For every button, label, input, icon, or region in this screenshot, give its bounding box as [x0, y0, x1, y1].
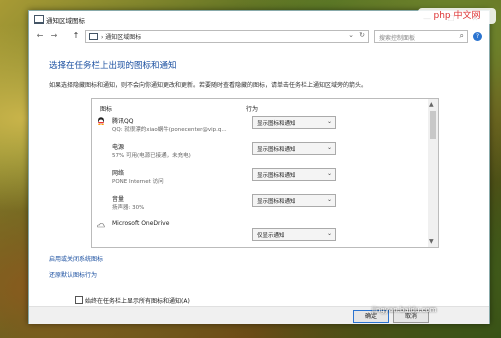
list-scrollbar[interactable]: ▲ ▼ — [428, 99, 438, 247]
item-name: 音量 — [112, 196, 125, 203]
list-item: 电源 57% 可用(电源已接通，未充电) 显示图标和通知 ⌄ — [92, 140, 426, 166]
behavior-select[interactable]: 仅显示通知 ⌄ — [252, 228, 336, 241]
item-subtitle: 扬声器: 30% — [112, 205, 145, 211]
behavior-select[interactable]: 显示图标和通知 ⌄ — [252, 168, 336, 181]
icon-behavior-list: 图标 行为 腾讯QQ QQ: 就很漂的xiao蜗牛(ponecenter@vip… — [91, 98, 439, 248]
forward-button[interactable]: → — [49, 31, 59, 41]
scroll-thumb[interactable] — [430, 111, 436, 139]
back-button[interactable]: ← — [35, 31, 45, 41]
list-item: 音量 扬声器: 30% 显示图标和通知 ⌄ — [92, 192, 426, 218]
list-item: 网络 PONE Internet 访问 显示图标和通知 ⌄ — [92, 166, 426, 192]
item-name: 网络 — [112, 170, 125, 177]
computer-icon — [89, 33, 98, 40]
item-subtitle: PONE Internet 访问 — [112, 179, 164, 185]
item-subtitle: 57% 可用(电源已接通，未充电) — [112, 153, 191, 159]
qq-icon — [98, 117, 104, 125]
list-item: 腾讯QQ QQ: 就很漂的xiao蜗牛(ponecenter@vip.q... … — [92, 114, 426, 140]
address-toolbar: ← → ↑ › 通知区域图标 ⌄ ↻ 搜索控制面板 ⌕ ? — [29, 29, 489, 43]
restore-defaults-link[interactable]: 还原默认图标行为 — [49, 270, 97, 279]
refresh-icon[interactable]: ↻ — [359, 31, 365, 39]
item-name: 腾讯QQ — [112, 118, 134, 125]
chevron-down-icon: ⌄ — [326, 230, 332, 237]
item-name: 电源 — [112, 144, 125, 151]
list-item: Microsoft OneDrive 仅显示通知 ⌄ — [92, 218, 426, 244]
behavior-select[interactable]: 显示图标和通知 ⌄ — [252, 194, 336, 207]
onedrive-icon — [97, 223, 105, 228]
show-all-icons-checkbox[interactable] — [75, 296, 83, 304]
up-button[interactable]: ↑ — [71, 31, 81, 41]
item-name: Microsoft OneDrive — [112, 220, 170, 227]
column-header-icon: 图标 — [100, 106, 113, 113]
show-all-icons-label[interactable]: 始终在任务栏上显示所有图标和通知(A) — [85, 296, 190, 305]
chevron-down-icon[interactable]: ⌄ — [348, 31, 354, 39]
chevron-down-icon: ⌄ — [326, 144, 332, 151]
scroll-up-icon[interactable]: ▲ — [429, 101, 434, 108]
search-input[interactable]: 搜索控制面板 ⌕ — [374, 30, 468, 43]
notification-icons-window: 通知区域图标 — ☐ ✕ ← → ↑ › 通知区域图标 ⌄ ↻ 搜索控制面板 ⌕… — [28, 10, 490, 324]
window-title: 通知区域图标 — [46, 17, 85, 25]
chevron-down-icon: ⌄ — [326, 170, 332, 177]
system-icons-link[interactable]: 启用或关闭系统图标 — [49, 254, 103, 263]
computer-icon — [34, 15, 44, 24]
chevron-down-icon: ⌄ — [326, 118, 332, 125]
page-description: 如果选择隐藏图标和通知，则不会向你通知更改和更新。若要随时查看隐藏的图标，请单击… — [49, 82, 368, 89]
behavior-select[interactable]: 显示图标和通知 ⌄ — [252, 116, 336, 129]
php-watermark: php 中文网 — [418, 8, 496, 24]
item-subtitle: QQ: 就很漂的xiao蜗牛(ponecenter@vip.q... — [112, 127, 227, 133]
chevron-down-icon: ⌄ — [326, 196, 332, 203]
breadcrumb[interactable]: › 通知区域图标 — [101, 32, 141, 41]
search-placeholder: 搜索控制面板 — [379, 35, 416, 42]
column-header-behavior: 行为 — [246, 106, 259, 113]
baidu-watermark: jingyan.baidu.com — [372, 306, 437, 314]
scroll-down-icon[interactable]: ▼ — [429, 238, 434, 245]
help-icon[interactable]: ? — [473, 32, 482, 41]
address-field[interactable]: › 通知区域图标 ⌄ ↻ — [85, 30, 369, 43]
page-title: 选择在任务栏上出现的图标和通知 — [49, 61, 177, 71]
search-icon[interactable]: ⌕ — [460, 31, 464, 41]
behavior-select[interactable]: 显示图标和通知 ⌄ — [252, 142, 336, 155]
